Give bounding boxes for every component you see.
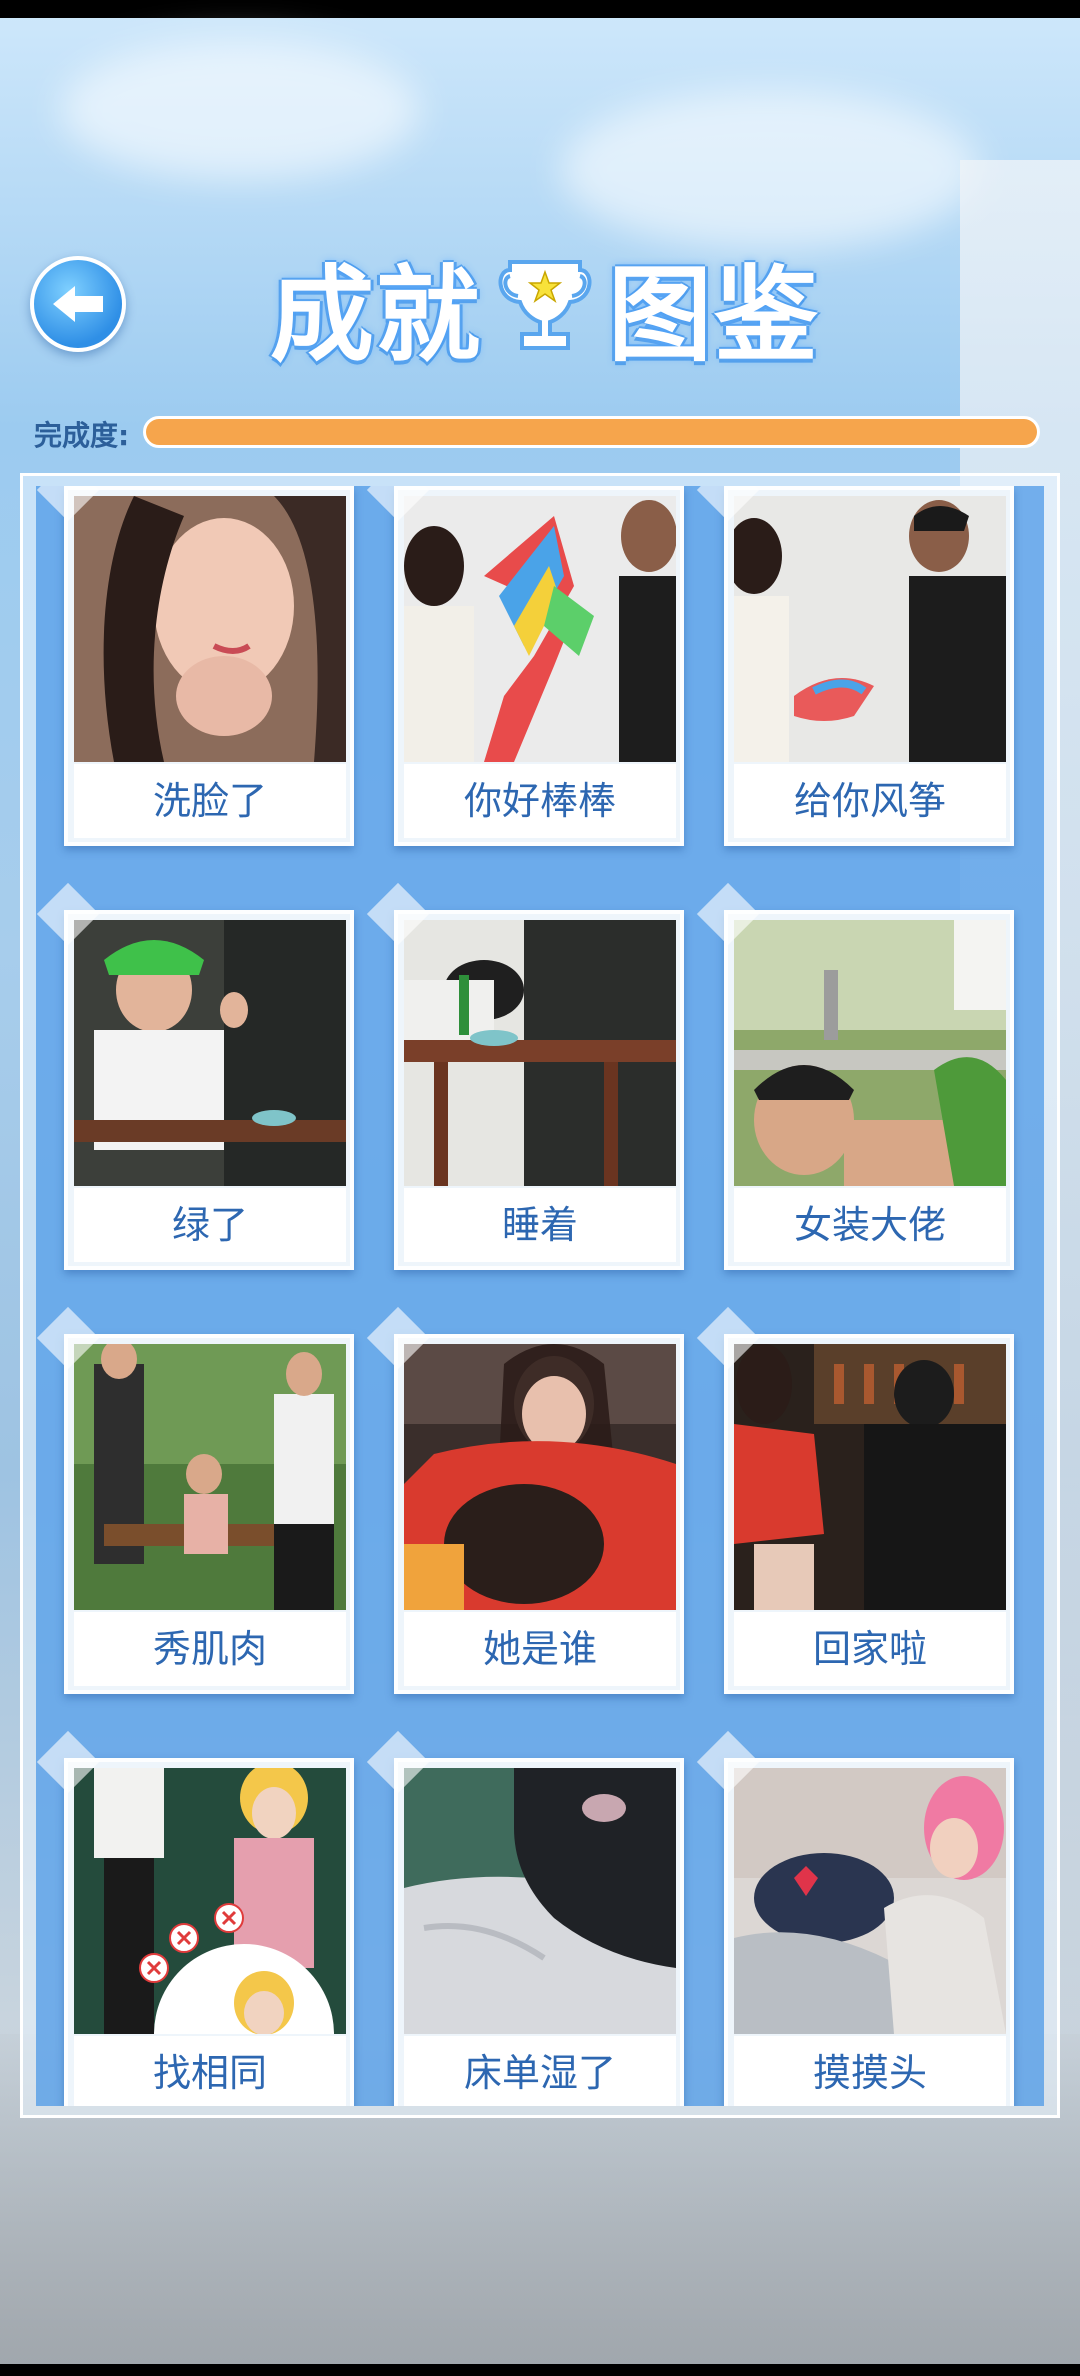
achievement-image — [404, 496, 676, 762]
achievement-image — [734, 920, 1006, 1186]
achievement-image — [734, 496, 1006, 762]
navigation-bar — [0, 2364, 1080, 2376]
achievement-image — [734, 1768, 1006, 2034]
achievement-image — [404, 920, 676, 1186]
achievement-image — [74, 920, 346, 1186]
cloud-decoration — [560, 90, 980, 250]
page-title: 成就 图鉴 — [270, 240, 820, 376]
status-bar — [0, 0, 1080, 18]
achievement-image — [74, 1344, 346, 1610]
achievement-card[interactable]: 秀肌肉 — [36, 1306, 354, 1694]
achievement-image — [74, 1768, 346, 2034]
achievement-label: 回家啦 — [734, 1612, 1006, 1686]
achievement-card[interactable]: 女装大佬 — [696, 882, 1014, 1270]
achievement-label: 找相同 — [74, 2036, 346, 2106]
achievement-label: 床单湿了 — [404, 2036, 676, 2106]
achievement-card[interactable]: 洗脸了 — [36, 486, 354, 846]
achievement-card[interactable]: 找相同 — [36, 1730, 354, 2106]
trophy-icon — [498, 260, 592, 350]
achievement-image — [734, 1344, 1006, 1610]
achievement-label: 她是谁 — [404, 1612, 676, 1686]
achievement-label: 你好棒棒 — [404, 764, 676, 838]
achievement-image — [74, 496, 346, 762]
achievement-grid[interactable]: 洗脸了 你好棒棒 给你风筝 绿了 睡着 女装大佬 秀肌肉 她是谁 回家啦 找相同… — [36, 486, 1044, 2106]
cloud-decoration — [60, 40, 420, 180]
achievement-label: 绿了 — [74, 1188, 346, 1262]
progress-bar — [143, 416, 1040, 448]
title-left-text: 成就 — [270, 253, 483, 376]
achievement-image — [404, 1768, 676, 2034]
achievement-label: 给你风筝 — [734, 764, 1006, 838]
achievement-image — [404, 1344, 676, 1610]
back-arrow-icon — [53, 286, 103, 322]
achievement-label: 洗脸了 — [74, 764, 346, 838]
achievement-label: 摸摸头 — [734, 2036, 1006, 2106]
achievement-card[interactable]: 摸摸头 — [696, 1730, 1014, 2106]
achievement-card[interactable]: 绿了 — [36, 882, 354, 1270]
progress-fill — [146, 419, 1037, 445]
achievement-card[interactable]: 你好棒棒 — [366, 486, 684, 846]
achievement-card[interactable]: 床单湿了 — [366, 1730, 684, 2106]
back-button[interactable] — [30, 256, 126, 352]
achievement-label: 女装大佬 — [734, 1188, 1006, 1262]
progress-label: 完成度: — [34, 419, 130, 452]
achievement-card[interactable]: 回家啦 — [696, 1306, 1014, 1694]
achievement-card[interactable]: 给你风筝 — [696, 486, 1014, 846]
achievement-label: 秀肌肉 — [74, 1612, 346, 1686]
achievement-card[interactable]: 她是谁 — [366, 1306, 684, 1694]
achievement-label: 睡着 — [404, 1188, 676, 1262]
title-right-text: 图鉴 — [608, 253, 821, 376]
achievement-card[interactable]: 睡着 — [366, 882, 684, 1270]
